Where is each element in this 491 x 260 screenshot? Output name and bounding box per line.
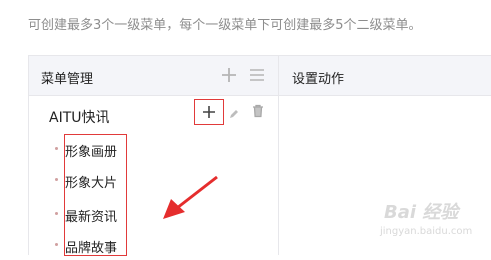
submenu-item-label: 最新资讯 bbox=[65, 210, 118, 225]
plus-icon bbox=[203, 106, 215, 118]
submenu-item[interactable]: 品牌故事 bbox=[55, 234, 155, 260]
menu-limit-notice: 可创建最多3个一级菜单，每个一级菜单下可创建最多5个二级菜单。 bbox=[28, 18, 422, 33]
submenu-item[interactable]: 形象大片 bbox=[55, 169, 155, 195]
submenu-item-label: 品牌故事 bbox=[65, 241, 118, 256]
set-action-title: 设置动作 bbox=[292, 72, 345, 87]
list-icon[interactable] bbox=[248, 66, 266, 84]
submenu-item[interactable]: 最新资讯 bbox=[55, 203, 155, 229]
menu-editor-panel: 菜单管理 设置动作 AITU快讯 形象画册 形象大片 最新资讯 品牌故事 bbox=[28, 55, 491, 256]
pencil-icon[interactable] bbox=[228, 105, 240, 124]
trash-icon[interactable] bbox=[252, 103, 264, 122]
submenu-item[interactable]: 形象画册 bbox=[55, 138, 155, 164]
menu-management-title: 菜单管理 bbox=[41, 72, 94, 87]
bullet-icon bbox=[55, 243, 58, 246]
submenu-item-label: 形象画册 bbox=[65, 145, 118, 160]
menu-item-row[interactable]: AITU快讯 bbox=[29, 96, 279, 134]
plus-icon[interactable] bbox=[220, 66, 238, 84]
bullet-icon bbox=[55, 212, 58, 215]
bullet-icon bbox=[55, 147, 58, 150]
submenu-item-label: 形象大片 bbox=[65, 176, 118, 191]
add-submenu-button[interactable] bbox=[194, 99, 224, 125]
menu-item-name: AITU快讯 bbox=[49, 110, 110, 126]
bullet-icon bbox=[55, 178, 58, 181]
